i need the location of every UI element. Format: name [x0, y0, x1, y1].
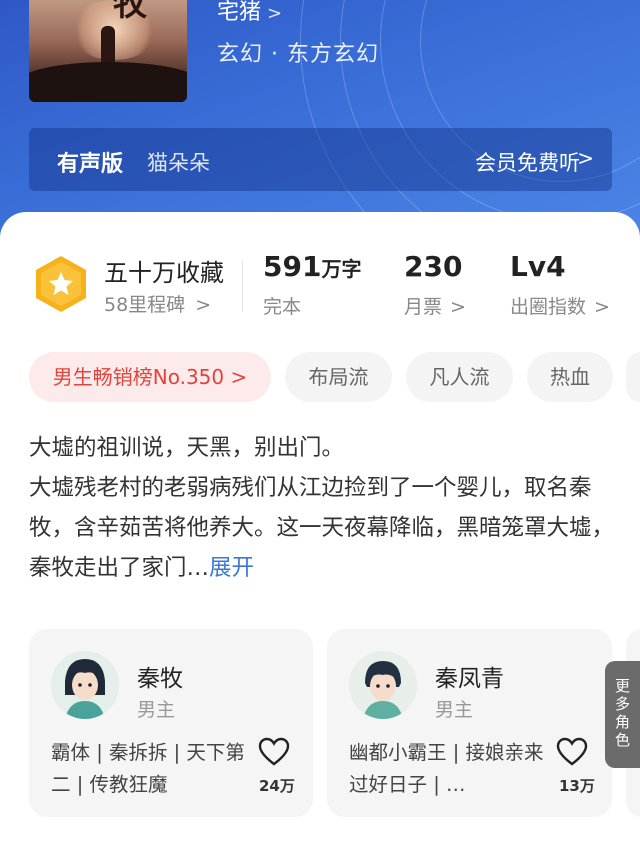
popularity-level: Lv4 — [510, 250, 566, 283]
like-count: 24万 — [259, 777, 295, 795]
milestone-label: 58里程碑 — [104, 294, 186, 316]
character-tags: 霸体 | 秦拆拆 | 天下第二 | 传教狂魔 — [51, 741, 245, 796]
expand-link[interactable]: 展开 — [209, 555, 254, 581]
like-count: 13万 — [559, 777, 595, 795]
tag-chip[interactable]: 凡人流 — [406, 352, 513, 402]
character-name: 秦牧 — [137, 666, 183, 692]
tag-chip[interactable]: 布局流 — [285, 352, 392, 402]
character-name: 秦凤青 — [435, 666, 504, 692]
audio-label: 有声版 — [57, 152, 124, 177]
audio-action: 会员免费听 — [475, 151, 580, 175]
character-avatar — [349, 651, 417, 719]
author-name: 宅猪 — [217, 0, 262, 25]
monthly-tickets-value: 230 — [404, 250, 463, 283]
character-role: 男主 — [435, 699, 474, 721]
character-avatar — [51, 651, 119, 719]
chevron-right-icon: > — [450, 296, 466, 318]
monthly-tickets: 230 — [404, 250, 462, 283]
genre-separator: · — [271, 42, 280, 67]
stat-divider — [242, 260, 243, 312]
genre-main[interactable]: 玄幻 — [217, 42, 263, 67]
tag-chip[interactable]: 热血 — [527, 352, 613, 402]
chevron-right-icon: > — [577, 146, 594, 170]
audio-version-bar[interactable]: 有声版 猫朵朵 会员免费听 > — [29, 128, 612, 191]
rank-tag[interactable]: 男生畅销榜No.350 > — [29, 352, 271, 402]
word-count-value: 591 — [263, 250, 322, 283]
chevron-right-icon: > — [594, 296, 610, 318]
more-characters-label: 更多角色 — [614, 677, 630, 749]
character-card[interactable]: 秦凤青 男主 幽都小霸王 | 接娘亲来过好日子 | … 13万 — [327, 629, 612, 817]
book-description[interactable]: 大墟的祖训说，天黑，别出门。 大墟残老村的老弱病残们从江边捡到了一个婴儿，取名秦… — [29, 428, 619, 588]
audio-narrator: 猫朵朵 — [147, 151, 210, 175]
word-count-unit: 万字 — [321, 257, 362, 281]
genre-line: 玄幻 · 东方玄幻 — [217, 36, 379, 68]
character-role: 男主 — [137, 699, 176, 721]
popularity-level-value: Lv4 — [510, 250, 566, 283]
description-text: 大墟的祖训说，天黑，别出门。 大墟残老村的老弱病残们从江边捡到了一个婴儿，取名秦… — [29, 435, 615, 581]
monthly-tickets-link[interactable]: 月票 > — [404, 292, 466, 319]
milestone-link[interactable]: 58里程碑 > — [104, 290, 211, 317]
more-characters-button[interactable]: 更多角色 — [605, 661, 640, 768]
word-count: 591万字 — [263, 250, 361, 283]
star-badge-icon — [36, 256, 86, 312]
heart-icon[interactable] — [258, 737, 290, 767]
status-label: 完本 — [263, 296, 302, 318]
character-card[interactable]: 秦牧 男主 霸体 | 秦拆拆 | 天下第二 | 传教狂魔 24万 — [29, 629, 313, 817]
popularity-label: 出圈指数 — [510, 296, 587, 318]
character-tags: 幽都小霸王 | 接娘亲来过好日子 | … — [349, 741, 544, 796]
genre-sub[interactable]: 东方玄幻 — [287, 42, 379, 67]
author-link[interactable]: 宅猪 > — [217, 0, 282, 26]
collect-title: 五十万收藏 — [104, 259, 224, 287]
popularity-link[interactable]: 出圈指数 > — [510, 292, 610, 319]
book-cover[interactable]: 牧 — [29, 0, 187, 102]
heart-icon[interactable] — [556, 737, 588, 767]
chevron-right-icon: > — [195, 294, 212, 316]
monthly-tickets-label: 月票 — [404, 296, 443, 318]
tag-chip-partial[interactable] — [626, 352, 640, 402]
chevron-right-icon: > — [267, 3, 283, 24]
